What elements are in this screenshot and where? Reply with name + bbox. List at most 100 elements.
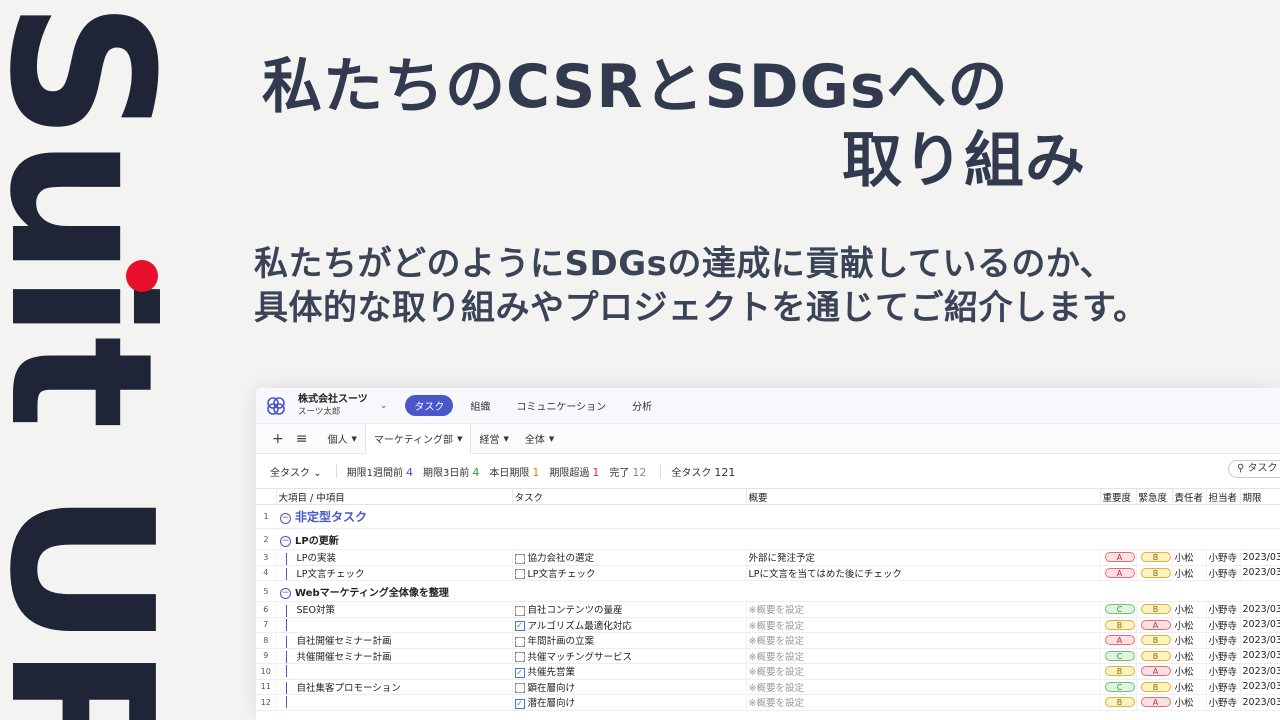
- group-title-cell[interactable]: − 非定型タスク: [276, 504, 1280, 529]
- urgency-cell[interactable]: A: [1135, 663, 1172, 680]
- assignee-cell[interactable]: 小野寺: [1205, 663, 1240, 680]
- menu-icon[interactable]: ≡: [296, 431, 308, 447]
- summary-cell[interactable]: ※概要を設定: [745, 694, 1100, 711]
- urgency-cell[interactable]: B: [1135, 601, 1172, 618]
- col-header-task[interactable]: タスク: [511, 488, 746, 505]
- owner-cell[interactable]: 小松: [1171, 549, 1206, 566]
- checked-checkbox-icon[interactable]: ✓: [514, 698, 525, 709]
- checkbox-icon[interactable]: [514, 553, 525, 564]
- checked-checkbox-icon[interactable]: ✓: [514, 667, 525, 678]
- owner-cell[interactable]: 小松: [1171, 663, 1206, 680]
- table-row[interactable]: 6 SEO対策 自社コンテンツの量産 ※概要を設定 C B 小松 小野寺 2023/03: [256, 601, 1280, 618]
- checkbox-icon[interactable]: [514, 683, 525, 694]
- owner-cell[interactable]: 小松: [1171, 679, 1206, 695]
- filter-week[interactable]: 期限1週間前 4: [347, 464, 413, 479]
- owner-cell[interactable]: 小松: [1171, 648, 1206, 664]
- summary-cell[interactable]: ※概要を設定: [745, 679, 1100, 695]
- owner-cell[interactable]: 小松: [1171, 617, 1206, 633]
- urgency-cell[interactable]: B: [1135, 549, 1172, 566]
- table-row[interactable]: 11 自社集客プロモーション 顕在層向け ※概要を設定 C B 小松 小野寺 2023/03: [256, 679, 1280, 695]
- task-cell[interactable]: ✓ 潜在層向け: [511, 694, 746, 711]
- view-personal[interactable]: 個人 ▼: [319, 424, 364, 454]
- collapse-icon[interactable]: −: [280, 513, 291, 524]
- nav-tab-organization[interactable]: 組織: [461, 395, 499, 416]
- checked-checkbox-icon[interactable]: ✓: [514, 621, 525, 632]
- filter-overdue[interactable]: 期限超過 1: [549, 464, 599, 479]
- summary-cell[interactable]: ※概要を設定: [745, 617, 1100, 633]
- assignee-cell[interactable]: 小野寺: [1205, 549, 1240, 566]
- table-row[interactable]: 12 ✓ 潜在層向け ※概要を設定 B A 小松 小野寺 2023/03: [256, 694, 1280, 711]
- col-header-importance[interactable]: 重要度: [1099, 488, 1136, 505]
- nav-tab-tasks[interactable]: タスク: [405, 395, 454, 416]
- importance-cell[interactable]: A: [1099, 632, 1136, 649]
- task-cell[interactable]: ✓ 共催先営業: [511, 663, 746, 680]
- assignee-cell[interactable]: 小野寺: [1205, 632, 1240, 649]
- urgency-cell[interactable]: B: [1135, 632, 1172, 649]
- owner-cell[interactable]: 小松: [1171, 694, 1206, 711]
- group-row[interactable]: 2− LPの更新: [256, 528, 1280, 550]
- urgency-cell[interactable]: B: [1135, 565, 1172, 581]
- checkbox-icon[interactable]: [514, 569, 525, 580]
- table-row[interactable]: 4 LP文言チェック LP文言チェック LPに文言を当てはめた後にチェック A B 小松 小野…: [256, 565, 1280, 581]
- task-cell[interactable]: 年間計画の立案: [511, 632, 746, 649]
- importance-cell[interactable]: A: [1099, 565, 1136, 581]
- view-marketing[interactable]: マーケティング部 ▼: [364, 423, 472, 454]
- item-cell[interactable]: [275, 617, 512, 633]
- assignee-cell[interactable]: 小野寺: [1205, 648, 1240, 664]
- group-title-cell[interactable]: − LPの更新: [276, 528, 1280, 550]
- urgency-cell[interactable]: B: [1135, 648, 1172, 664]
- item-cell[interactable]: 共催開催セミナー計画: [275, 648, 512, 664]
- task-cell[interactable]: 協力会社の選定: [511, 549, 746, 566]
- owner-cell[interactable]: 小松: [1171, 565, 1206, 581]
- urgency-cell[interactable]: A: [1135, 617, 1172, 633]
- due-cell[interactable]: 2023/03: [1239, 679, 1280, 695]
- item-cell[interactable]: 自社集客プロモーション: [275, 679, 512, 695]
- owner-cell[interactable]: 小松: [1171, 632, 1206, 649]
- company-switcher[interactable]: 株式会社スーツ スーツ太郎: [298, 394, 368, 418]
- assignee-cell[interactable]: 小野寺: [1205, 601, 1240, 618]
- table-row[interactable]: 10 ✓ 共催先営業 ※概要を設定 B A 小松 小野寺 2023/03: [256, 663, 1280, 680]
- summary-cell[interactable]: ※概要を設定: [745, 663, 1100, 680]
- item-cell[interactable]: LP文言チェック: [275, 565, 512, 581]
- urgency-cell[interactable]: B: [1135, 679, 1172, 695]
- due-cell[interactable]: 2023/03: [1239, 565, 1280, 581]
- view-all[interactable]: 全体 ▼: [517, 424, 562, 454]
- task-cell[interactable]: 共催マッチングサービス: [511, 648, 746, 664]
- task-cell[interactable]: ✓ アルゴリズム最適化対応: [511, 617, 746, 633]
- col-header-assignee[interactable]: 担当者: [1205, 488, 1240, 505]
- urgency-cell[interactable]: A: [1135, 694, 1172, 711]
- item-cell[interactable]: SEO対策: [275, 601, 512, 618]
- checkbox-icon[interactable]: [514, 605, 525, 616]
- filter-today[interactable]: 本日期限 1: [489, 464, 539, 479]
- col-header-category[interactable]: 大項目 / 中項目: [275, 488, 512, 505]
- item-cell[interactable]: [275, 663, 512, 680]
- assignee-cell[interactable]: 小野寺: [1205, 694, 1240, 711]
- summary-cell[interactable]: ※概要を設定: [745, 648, 1100, 664]
- col-header-owner[interactable]: 責任者: [1171, 488, 1206, 505]
- table-row[interactable]: 7 ✓ アルゴリズム最適化対応 ※概要を設定 B A 小松 小野寺 2023/03: [256, 617, 1280, 633]
- task-cell[interactable]: 顕在層向け: [511, 679, 746, 695]
- importance-cell[interactable]: B: [1099, 663, 1136, 680]
- table-row[interactable]: 9 共催開催セミナー計画 共催マッチングサービス ※概要を設定 C B 小松 小野寺 2023/…: [256, 648, 1280, 664]
- item-cell[interactable]: LPの実装: [275, 549, 512, 566]
- due-cell[interactable]: 2023/03: [1239, 694, 1280, 711]
- assignee-cell[interactable]: 小野寺: [1205, 679, 1240, 695]
- table-row[interactable]: 3 LPの実装 協力会社の選定 外部に発注予定 A B 小松 小野寺 2023/03: [256, 549, 1280, 566]
- group-row[interactable]: 5− Webマーケティング全体像を整理: [256, 580, 1280, 602]
- filter-total[interactable]: 全タスク 121: [671, 464, 735, 479]
- owner-cell[interactable]: 小松: [1171, 601, 1206, 618]
- col-header-summary[interactable]: 概要: [745, 488, 1100, 505]
- importance-cell[interactable]: B: [1099, 617, 1136, 633]
- summary-cell[interactable]: 外部に発注予定: [745, 549, 1100, 566]
- assignee-cell[interactable]: 小野寺: [1205, 617, 1240, 633]
- collapse-icon[interactable]: −: [280, 535, 291, 547]
- due-cell[interactable]: 2023/03: [1239, 663, 1280, 680]
- summary-cell[interactable]: ※概要を設定: [745, 632, 1100, 649]
- importance-cell[interactable]: C: [1099, 648, 1136, 664]
- view-management[interactable]: 経営 ▼: [471, 424, 516, 454]
- item-cell[interactable]: 自社開催セミナー計画: [275, 632, 512, 649]
- checkbox-icon[interactable]: [514, 636, 525, 647]
- importance-cell[interactable]: A: [1099, 549, 1136, 566]
- filter-three-days[interactable]: 期限3日前 4: [423, 464, 479, 479]
- nav-tab-analytics[interactable]: 分析: [623, 395, 661, 416]
